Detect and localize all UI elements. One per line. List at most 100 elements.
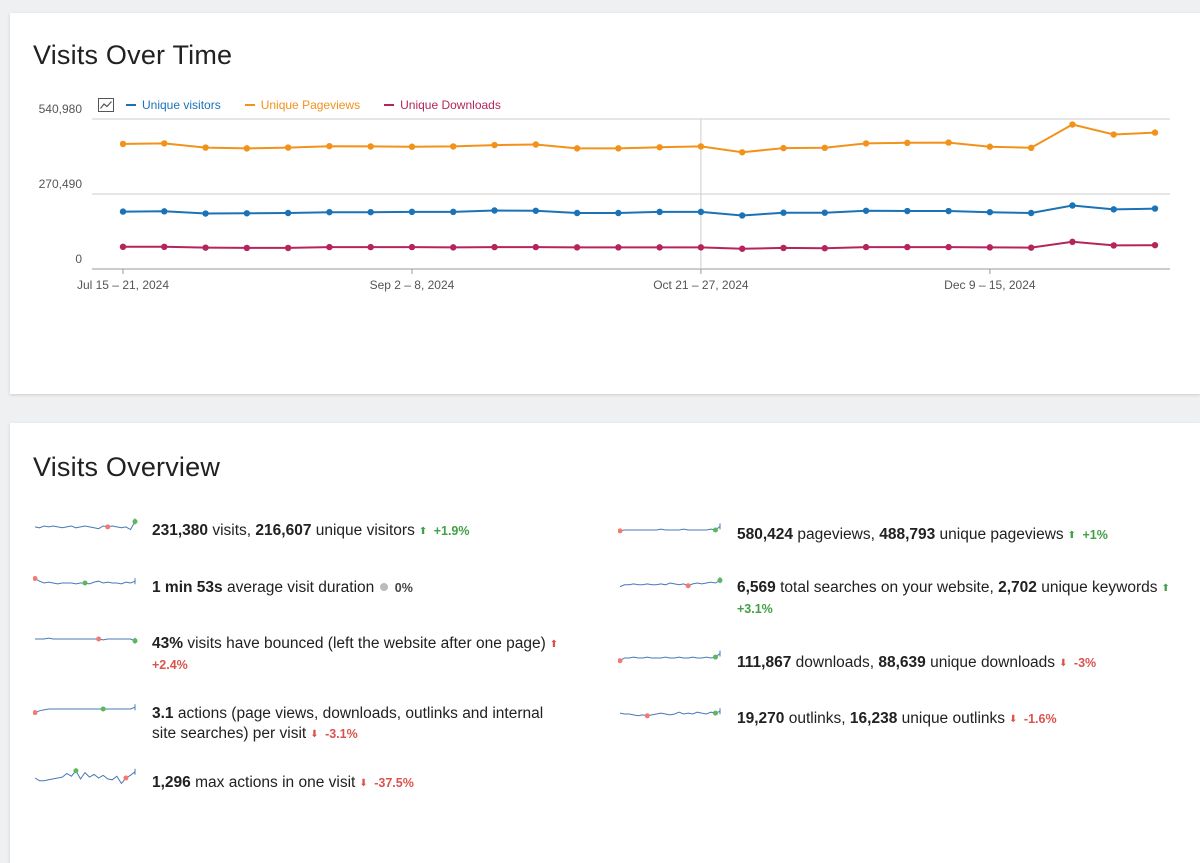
data-point[interactable] bbox=[450, 208, 457, 216]
data-point[interactable] bbox=[202, 210, 209, 217]
data-point[interactable] bbox=[821, 245, 828, 252]
data-point[interactable] bbox=[202, 244, 209, 251]
sparkline-wrapper[interactable] bbox=[618, 572, 726, 600]
data-point[interactable] bbox=[697, 208, 705, 216]
data-point[interactable] bbox=[243, 210, 251, 217]
data-point[interactable] bbox=[161, 140, 168, 147]
data-point[interactable] bbox=[1069, 121, 1076, 128]
data-point[interactable] bbox=[986, 143, 994, 150]
data-point[interactable] bbox=[367, 208, 374, 216]
data-point[interactable] bbox=[656, 208, 663, 216]
data-point[interactable] bbox=[945, 243, 952, 251]
data-point[interactable] bbox=[119, 140, 127, 148]
sparkline[interactable] bbox=[618, 572, 726, 594]
sparkline-wrapper[interactable] bbox=[32, 572, 141, 600]
sparkline[interactable] bbox=[617, 647, 726, 669]
sparkline-wrapper[interactable] bbox=[33, 628, 141, 656]
sparkline[interactable] bbox=[32, 572, 141, 594]
data-point[interactable] bbox=[243, 244, 251, 252]
data-point[interactable] bbox=[326, 208, 333, 216]
sparkline[interactable] bbox=[33, 628, 141, 650]
data-point[interactable] bbox=[408, 243, 416, 251]
data-point[interactable] bbox=[945, 207, 952, 215]
data-point[interactable] bbox=[367, 143, 374, 150]
data-point[interactable] bbox=[243, 145, 251, 152]
sparkline-wrapper[interactable] bbox=[33, 767, 141, 795]
sparkline[interactable] bbox=[618, 703, 726, 725]
data-point[interactable] bbox=[119, 243, 127, 251]
data-point[interactable] bbox=[739, 149, 746, 156]
data-point[interactable] bbox=[697, 244, 705, 251]
data-point[interactable] bbox=[1027, 144, 1035, 152]
data-point[interactable] bbox=[491, 141, 498, 149]
data-point[interactable] bbox=[862, 140, 870, 147]
data-point[interactable] bbox=[1110, 242, 1117, 249]
legend-unique-downloads[interactable]: Unique Downloads bbox=[384, 98, 501, 112]
data-point[interactable] bbox=[284, 144, 292, 151]
data-point[interactable] bbox=[780, 244, 787, 252]
line-chart-icon[interactable] bbox=[98, 98, 114, 112]
data-point[interactable] bbox=[615, 145, 622, 152]
sparkline[interactable] bbox=[32, 698, 141, 720]
data-point[interactable] bbox=[326, 142, 333, 150]
sparkline[interactable] bbox=[33, 515, 141, 537]
sparkline-wrapper[interactable] bbox=[617, 519, 726, 547]
sparkline[interactable] bbox=[617, 519, 726, 541]
data-point[interactable] bbox=[739, 245, 746, 252]
data-point[interactable] bbox=[1069, 238, 1076, 246]
data-point[interactable] bbox=[1027, 244, 1035, 251]
data-point[interactable] bbox=[739, 212, 746, 219]
data-point[interactable] bbox=[161, 243, 168, 251]
data-point[interactable] bbox=[986, 244, 994, 251]
data-point[interactable] bbox=[904, 207, 911, 215]
data-point[interactable] bbox=[821, 209, 828, 216]
data-point[interactable] bbox=[573, 244, 581, 251]
sparkline[interactable] bbox=[33, 767, 141, 789]
data-point[interactable] bbox=[904, 139, 911, 147]
data-point[interactable] bbox=[1027, 209, 1035, 217]
data-point[interactable] bbox=[161, 208, 168, 215]
data-point[interactable] bbox=[532, 207, 539, 214]
data-point[interactable] bbox=[1110, 206, 1117, 213]
data-point[interactable] bbox=[408, 208, 416, 216]
data-point[interactable] bbox=[615, 244, 622, 251]
data-point[interactable] bbox=[615, 209, 622, 217]
data-point[interactable] bbox=[284, 209, 292, 217]
sparkline-wrapper[interactable] bbox=[617, 647, 726, 675]
data-point[interactable] bbox=[326, 243, 333, 251]
data-point[interactable] bbox=[1069, 202, 1076, 209]
data-point[interactable] bbox=[367, 243, 374, 251]
legend-unique-pageviews[interactable]: Unique Pageviews bbox=[244, 98, 360, 112]
data-point[interactable] bbox=[1110, 131, 1117, 138]
visits-over-time-chart[interactable]: 540,980 270,490 0 Jul 15 – 21, 2024 Sep 2 – … bbox=[10, 13, 1200, 313]
data-point[interactable] bbox=[862, 207, 870, 214]
sparkline-wrapper[interactable] bbox=[33, 515, 141, 543]
data-point[interactable] bbox=[697, 143, 705, 150]
data-point[interactable] bbox=[986, 208, 994, 216]
data-point[interactable] bbox=[450, 143, 457, 150]
data-point[interactable] bbox=[780, 144, 787, 152]
sparkline-wrapper[interactable] bbox=[618, 703, 726, 731]
data-point[interactable] bbox=[656, 244, 663, 251]
data-point[interactable] bbox=[573, 209, 581, 217]
legend-unique-visitors[interactable]: Unique visitors bbox=[126, 98, 221, 112]
data-point[interactable] bbox=[284, 244, 292, 252]
data-point[interactable] bbox=[408, 143, 416, 150]
data-point[interactable] bbox=[1151, 241, 1159, 249]
data-point[interactable] bbox=[862, 243, 870, 251]
data-point[interactable] bbox=[119, 208, 127, 215]
data-point[interactable] bbox=[821, 144, 828, 152]
data-point[interactable] bbox=[656, 144, 663, 151]
data-point[interactable] bbox=[945, 139, 952, 146]
data-point[interactable] bbox=[1151, 205, 1159, 212]
sparkline-wrapper[interactable] bbox=[32, 698, 141, 726]
data-point[interactable] bbox=[780, 209, 787, 216]
data-point[interactable] bbox=[1151, 129, 1159, 136]
data-point[interactable] bbox=[450, 244, 457, 251]
data-point[interactable] bbox=[904, 243, 911, 251]
data-point[interactable] bbox=[491, 207, 498, 214]
data-point[interactable] bbox=[202, 144, 209, 151]
data-point[interactable] bbox=[532, 243, 539, 251]
data-point[interactable] bbox=[491, 243, 498, 251]
data-point[interactable] bbox=[532, 141, 539, 148]
